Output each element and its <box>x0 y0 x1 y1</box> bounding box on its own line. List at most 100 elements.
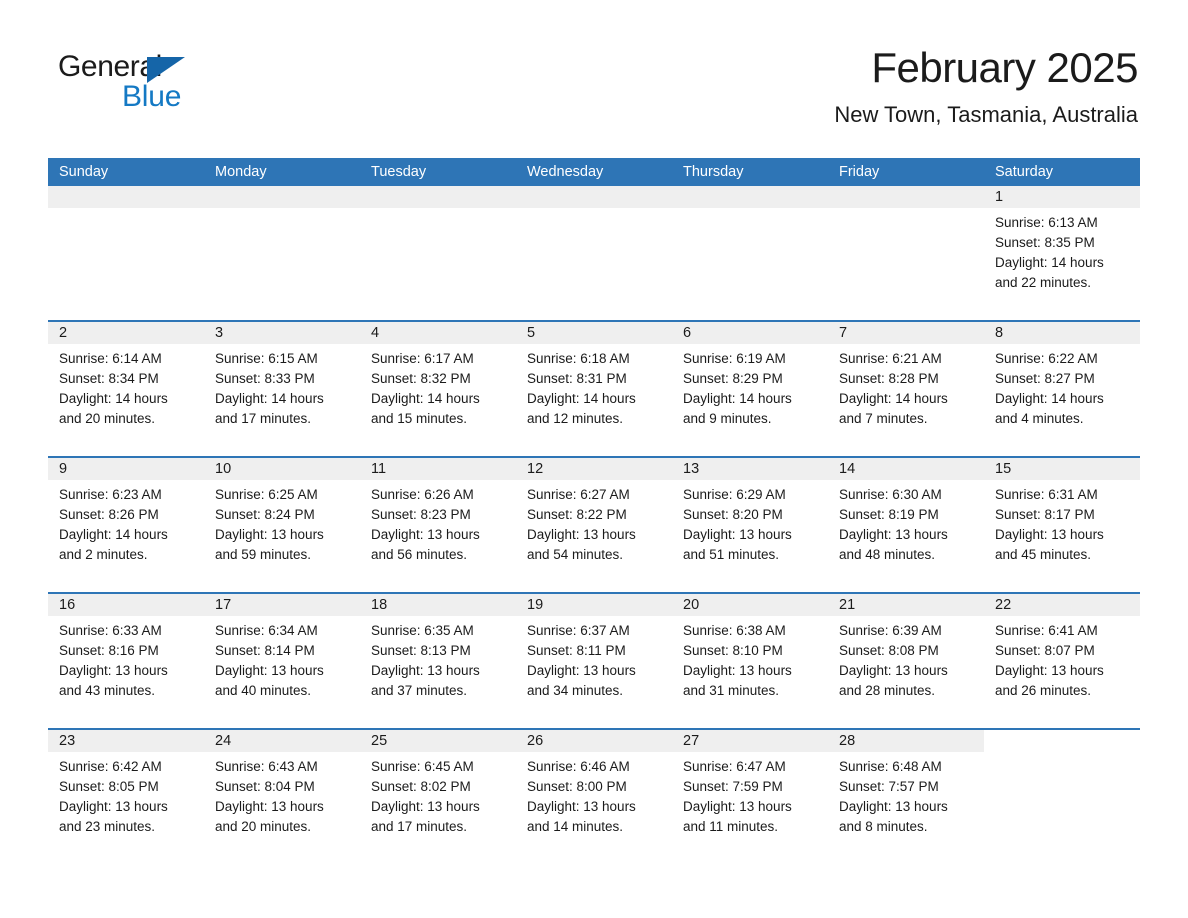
calendar-day-cell[interactable]: 26 Sunrise: 6:46 AM Sunset: 8:00 PM Dayligh… <box>516 730 672 852</box>
sunrise-text: Sunrise: 6:41 AM <box>995 623 1098 638</box>
calendar-day-cell[interactable]: 6 Sunrise: 6:19 AM Sunset: 8:29 PM Daylight… <box>672 322 828 444</box>
sunrise-text: Sunrise: 6:14 AM <box>59 351 162 366</box>
day-number <box>204 186 360 208</box>
daylight-text: Daylight: 14 hours and 22 minutes. <box>995 255 1104 290</box>
sunset-text: Sunset: 8:07 PM <box>995 643 1095 658</box>
day-number <box>984 730 1140 752</box>
daylight-text: Daylight: 13 hours and 26 minutes. <box>995 663 1104 698</box>
weekday-header-friday: Friday <box>839 164 880 180</box>
calendar-day-cell[interactable]: 11 Sunrise: 6:26 AM Sunset: 8:23 PM Dayligh… <box>360 458 516 580</box>
calendar-page: General Blue February 2025 New Town, Tas… <box>0 0 1188 918</box>
calendar-day-cell[interactable]: 25 Sunrise: 6:45 AM Sunset: 8:02 PM Dayligh… <box>360 730 516 852</box>
sunrise-text: Sunrise: 6:42 AM <box>59 759 162 774</box>
day-number: 28 <box>828 730 984 752</box>
sunrise-text: Sunrise: 6:23 AM <box>59 487 162 502</box>
generalblue-logo[interactable]: General Blue <box>48 44 208 114</box>
sunrise-text: Sunrise: 6:45 AM <box>371 759 474 774</box>
daylight-text: Daylight: 14 hours and 12 minutes. <box>527 391 636 426</box>
calendar-week-row: 2 Sunrise: 6:14 AM Sunset: 8:34 PM Daylight… <box>48 320 1140 444</box>
sun-info: Sunrise: 6:21 AM Sunset: 8:28 PM Daylight:… <box>828 344 984 429</box>
sun-info: Sunrise: 6:33 AM Sunset: 8:16 PM Daylight:… <box>48 616 204 701</box>
day-number: 22 <box>984 594 1140 616</box>
daylight-text: Daylight: 13 hours and 54 minutes. <box>527 527 636 562</box>
calendar-day-cell[interactable]: 28 Sunrise: 6:48 AM Sunset: 7:57 PM Dayligh… <box>828 730 984 852</box>
sunset-text: Sunset: 8:10 PM <box>683 643 783 658</box>
sunrise-text: Sunrise: 6:18 AM <box>527 351 630 366</box>
calendar-day-cell[interactable]: 4 Sunrise: 6:17 AM Sunset: 8:32 PM Daylight… <box>360 322 516 444</box>
sunrise-text: Sunrise: 6:26 AM <box>371 487 474 502</box>
sunset-text: Sunset: 8:11 PM <box>527 643 626 658</box>
sunrise-text: Sunrise: 6:27 AM <box>527 487 630 502</box>
weekday-header-row: Sunday Monday Tuesday Wednesday Thursday… <box>48 158 1140 186</box>
sunset-text: Sunset: 8:13 PM <box>371 643 471 658</box>
sunset-text: Sunset: 8:29 PM <box>683 371 783 386</box>
sunset-text: Sunset: 8:00 PM <box>527 779 627 794</box>
sunrise-text: Sunrise: 6:34 AM <box>215 623 318 638</box>
calendar-day-cell[interactable]: 3 Sunrise: 6:15 AM Sunset: 8:33 PM Daylight… <box>204 322 360 444</box>
sunset-text: Sunset: 8:04 PM <box>215 779 315 794</box>
calendar-day-cell[interactable]: 22 Sunrise: 6:41 AM Sunset: 8:07 PM Dayligh… <box>984 594 1140 716</box>
daylight-text: Daylight: 13 hours and 14 minutes. <box>527 799 636 834</box>
sunrise-text: Sunrise: 6:29 AM <box>683 487 786 502</box>
calendar-day-cell[interactable]: 19 Sunrise: 6:37 AM Sunset: 8:11 PM Dayligh… <box>516 594 672 716</box>
calendar-day-cell[interactable]: 5 Sunrise: 6:18 AM Sunset: 8:31 PM Daylight… <box>516 322 672 444</box>
calendar-day-cell[interactable]: 20 Sunrise: 6:38 AM Sunset: 8:10 PM Dayligh… <box>672 594 828 716</box>
calendar-day-cell[interactable]: 18 Sunrise: 6:35 AM Sunset: 8:13 PM Dayligh… <box>360 594 516 716</box>
day-number: 27 <box>672 730 828 752</box>
calendar-day-cell[interactable]: 24 Sunrise: 6:43 AM Sunset: 8:04 PM Dayligh… <box>204 730 360 852</box>
sunrise-text: Sunrise: 6:43 AM <box>215 759 318 774</box>
calendar-day-cell[interactable]: 13 Sunrise: 6:29 AM Sunset: 8:20 PM Dayligh… <box>672 458 828 580</box>
sun-info: Sunrise: 6:13 AM Sunset: 8:35 PM Daylight:… <box>984 208 1140 293</box>
location-subtitle: New Town, Tasmania, Australia <box>834 102 1138 127</box>
sunset-text: Sunset: 8:31 PM <box>527 371 627 386</box>
page-title: February 2025 <box>871 44 1138 91</box>
day-number: 13 <box>672 458 828 480</box>
day-number: 20 <box>672 594 828 616</box>
calendar-day-cell[interactable]: 2 Sunrise: 6:14 AM Sunset: 8:34 PM Daylight… <box>48 322 204 444</box>
weekday-header-monday: Monday <box>215 164 267 180</box>
calendar-day-cell[interactable]: 17 Sunrise: 6:34 AM Sunset: 8:14 PM Dayligh… <box>204 594 360 716</box>
calendar-week-row: 16 Sunrise: 6:33 AM Sunset: 8:16 PM Dayligh… <box>48 592 1140 716</box>
weekday-header-wednesday: Wednesday <box>527 164 604 180</box>
daylight-text: Daylight: 13 hours and 17 minutes. <box>371 799 480 834</box>
day-number: 26 <box>516 730 672 752</box>
day-number: 8 <box>984 322 1140 344</box>
sunset-text: Sunset: 8:02 PM <box>371 779 471 794</box>
daylight-text: Daylight: 13 hours and 45 minutes. <box>995 527 1104 562</box>
day-number: 14 <box>828 458 984 480</box>
calendar-day-cell[interactable]: 8 Sunrise: 6:22 AM Sunset: 8:27 PM Daylight… <box>984 322 1140 444</box>
calendar-day-cell[interactable]: 12 Sunrise: 6:27 AM Sunset: 8:22 PM Dayligh… <box>516 458 672 580</box>
day-number: 19 <box>516 594 672 616</box>
sunset-text: Sunset: 8:27 PM <box>995 371 1095 386</box>
calendar-day-cell[interactable]: 27 Sunrise: 6:47 AM Sunset: 7:59 PM Dayligh… <box>672 730 828 852</box>
sun-info: Sunrise: 6:34 AM Sunset: 8:14 PM Daylight:… <box>204 616 360 701</box>
calendar-day-cell[interactable]: 1 Sunrise: 6:13 AM Sunset: 8:35 PM Daylight… <box>984 186 1140 308</box>
week-gap <box>48 580 1140 592</box>
daylight-text: Daylight: 13 hours and 23 minutes. <box>59 799 168 834</box>
calendar-day-cell[interactable]: 9 Sunrise: 6:23 AM Sunset: 8:26 PM Daylight… <box>48 458 204 580</box>
calendar-empty-cell <box>204 186 360 308</box>
calendar-day-cell[interactable]: 23 Sunrise: 6:42 AM Sunset: 8:05 PM Dayligh… <box>48 730 204 852</box>
sunset-text: Sunset: 7:57 PM <box>839 779 939 794</box>
sun-info: Sunrise: 6:29 AM Sunset: 8:20 PM Daylight:… <box>672 480 828 565</box>
day-number: 16 <box>48 594 204 616</box>
calendar-day-cell[interactable]: 21 Sunrise: 6:39 AM Sunset: 8:08 PM Dayligh… <box>828 594 984 716</box>
calendar-day-cell[interactable]: 16 Sunrise: 6:33 AM Sunset: 8:16 PM Dayligh… <box>48 594 204 716</box>
calendar-day-cell[interactable]: 7 Sunrise: 6:21 AM Sunset: 8:28 PM Daylight… <box>828 322 984 444</box>
sunset-text: Sunset: 8:35 PM <box>995 235 1095 250</box>
sun-info: Sunrise: 6:42 AM Sunset: 8:05 PM Daylight:… <box>48 752 204 837</box>
day-number: 7 <box>828 322 984 344</box>
calendar-grid: Sunday Monday Tuesday Wednesday Thursday… <box>48 158 1140 852</box>
day-number: 9 <box>48 458 204 480</box>
calendar-day-cell[interactable]: 15 Sunrise: 6:31 AM Sunset: 8:17 PM Dayligh… <box>984 458 1140 580</box>
sunrise-text: Sunrise: 6:31 AM <box>995 487 1098 502</box>
daylight-text: Daylight: 13 hours and 56 minutes. <box>371 527 480 562</box>
calendar-day-cell[interactable]: 10 Sunrise: 6:25 AM Sunset: 8:24 PM Dayligh… <box>204 458 360 580</box>
daylight-text: Daylight: 13 hours and 31 minutes. <box>683 663 792 698</box>
calendar-day-cell[interactable]: 14 Sunrise: 6:30 AM Sunset: 8:19 PM Dayligh… <box>828 458 984 580</box>
day-number: 1 <box>984 186 1140 208</box>
sunrise-text: Sunrise: 6:35 AM <box>371 623 474 638</box>
sun-info: Sunrise: 6:45 AM Sunset: 8:02 PM Daylight:… <box>360 752 516 837</box>
daylight-text: Daylight: 14 hours and 2 minutes. <box>59 527 168 562</box>
sunset-text: Sunset: 8:33 PM <box>215 371 315 386</box>
